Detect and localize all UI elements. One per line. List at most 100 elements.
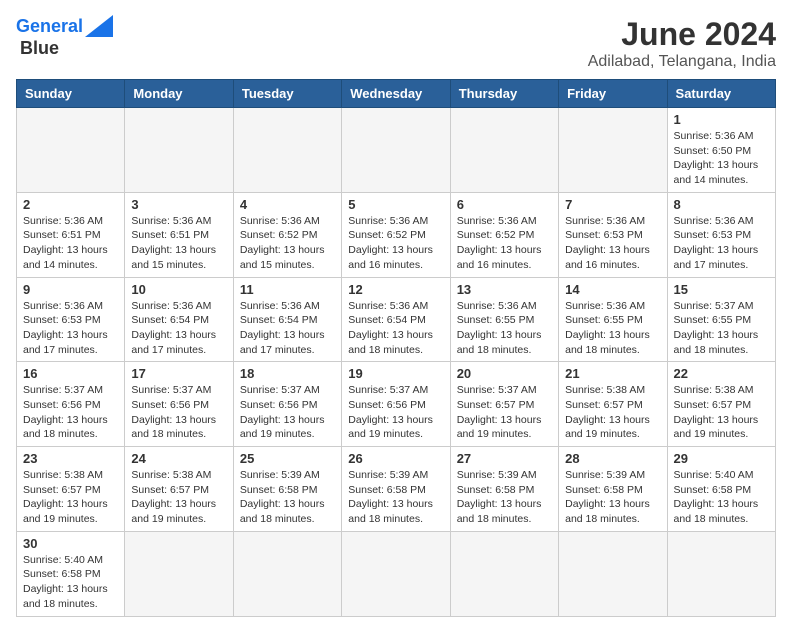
month-year-title: June 2024: [588, 16, 776, 53]
calendar-cell: [450, 531, 558, 616]
calendar-cell: 3Sunrise: 5:36 AMSunset: 6:51 PMDaylight…: [125, 192, 233, 277]
day-number: 21: [565, 366, 660, 381]
day-number: 16: [23, 366, 118, 381]
day-number: 14: [565, 282, 660, 297]
day-header-monday: Monday: [125, 80, 233, 108]
day-number: 22: [674, 366, 769, 381]
day-info: Sunrise: 5:36 AMSunset: 6:52 PMDaylight:…: [348, 214, 443, 273]
day-number: 1: [674, 112, 769, 127]
day-number: 24: [131, 451, 226, 466]
calendar-cell: 11 Sunrise: 5:36 AMSunset: 6:54 PMDayligh…: [233, 277, 341, 362]
calendar-cell: 29Sunrise: 5:40 AMSunset: 6:58 PMDayligh…: [667, 447, 775, 532]
week-row-5: 23 Sunrise: 5:38 AMSunset: 6:57 PMDayligh…: [17, 447, 776, 532]
calendar-cell: 9 Sunrise: 5:36 AMSunset: 6:53 PMDaylight…: [17, 277, 125, 362]
calendar-cell: [450, 108, 558, 193]
calendar-cell: 12Sunrise: 5:36 AMSunset: 6:54 PMDayligh…: [342, 277, 450, 362]
day-number: 30: [23, 536, 118, 551]
calendar-cell: [233, 108, 341, 193]
day-number: 25: [240, 451, 335, 466]
calendar-cell: 13Sunrise: 5:36 AMSunset: 6:55 PMDayligh…: [450, 277, 558, 362]
week-row-4: 16 Sunrise: 5:37 AMSunset: 6:56 PMDayligh…: [17, 362, 776, 447]
calendar-cell: [342, 108, 450, 193]
calendar-cell: 27 Sunrise: 5:39 AMSunset: 6:58 PMDayligh…: [450, 447, 558, 532]
day-info: Sunrise: 5:37 AMSunset: 6:57 PMDaylight:…: [457, 383, 552, 442]
day-number: 23: [23, 451, 118, 466]
calendar-cell: 26 Sunrise: 5:39 AMSunset: 6:58 PMDayligh…: [342, 447, 450, 532]
day-number: 17: [131, 366, 226, 381]
calendar-cell: 10 Sunrise: 5:36 AMSunset: 6:54 PMDayligh…: [125, 277, 233, 362]
day-info: Sunrise: 5:36 AMSunset: 6:55 PMDaylight:…: [565, 299, 660, 358]
day-header-thursday: Thursday: [450, 80, 558, 108]
calendar-cell: [667, 531, 775, 616]
day-info: Sunrise: 5:36 AMSunset: 6:54 PMDaylight:…: [131, 299, 226, 358]
day-info: Sunrise: 5:36 AMSunset: 6:52 PMDaylight:…: [457, 214, 552, 273]
calendar-cell: 24 Sunrise: 5:38 AMSunset: 6:57 PMDayligh…: [125, 447, 233, 532]
logo-icon: [85, 15, 113, 37]
day-info: Sunrise: 5:36 AMSunset: 6:52 PMDaylight:…: [240, 214, 335, 273]
logo-text: General: [16, 16, 83, 38]
calendar-cell: 4 Sunrise: 5:36 AMSunset: 6:52 PMDaylight…: [233, 192, 341, 277]
day-number: 18: [240, 366, 335, 381]
day-info: Sunrise: 5:39 AMSunset: 6:58 PMDaylight:…: [240, 468, 335, 527]
day-number: 4: [240, 197, 335, 212]
day-number: 12: [348, 282, 443, 297]
day-number: 6: [457, 197, 552, 212]
day-info: Sunrise: 5:39 AMSunset: 6:58 PMDaylight:…: [457, 468, 552, 527]
day-info: Sunrise: 5:36 AMSunset: 6:54 PMDaylight:…: [240, 299, 335, 358]
day-info: Sunrise: 5:36 AMSunset: 6:53 PMDaylight:…: [23, 299, 118, 358]
week-row-3: 9 Sunrise: 5:36 AMSunset: 6:53 PMDaylight…: [17, 277, 776, 362]
day-info: Sunrise: 5:36 AMSunset: 6:51 PMDaylight:…: [131, 214, 226, 273]
title-section: June 2024 Adilabad, Telangana, India: [588, 16, 776, 71]
day-info: Sunrise: 5:38 AMSunset: 6:57 PMDaylight:…: [131, 468, 226, 527]
calendar-cell: [559, 531, 667, 616]
calendar-header-row: SundayMondayTuesdayWednesdayThursdayFrid…: [17, 80, 776, 108]
day-info: Sunrise: 5:37 AMSunset: 6:56 PMDaylight:…: [348, 383, 443, 442]
calendar-cell: 14 Sunrise: 5:36 AMSunset: 6:55 PMDayligh…: [559, 277, 667, 362]
calendar-cell: 7Sunrise: 5:36 AMSunset: 6:53 PMDaylight…: [559, 192, 667, 277]
day-number: 26: [348, 451, 443, 466]
day-number: 11: [240, 282, 335, 297]
calendar-cell: [125, 531, 233, 616]
calendar-cell: 17 Sunrise: 5:37 AMSunset: 6:56 PMDayligh…: [125, 362, 233, 447]
day-info: Sunrise: 5:39 AMSunset: 6:58 PMDaylight:…: [565, 468, 660, 527]
day-info: Sunrise: 5:38 AMSunset: 6:57 PMDaylight:…: [674, 383, 769, 442]
day-info: Sunrise: 5:40 AMSunset: 6:58 PMDaylight:…: [23, 553, 118, 612]
calendar-cell: 28Sunrise: 5:39 AMSunset: 6:58 PMDayligh…: [559, 447, 667, 532]
day-info: Sunrise: 5:37 AMSunset: 6:55 PMDaylight:…: [674, 299, 769, 358]
calendar-cell: 18 Sunrise: 5:37 AMSunset: 6:56 PMDayligh…: [233, 362, 341, 447]
calendar-cell: [342, 531, 450, 616]
calendar-cell: 2 Sunrise: 5:36 AMSunset: 6:51 PMDaylight…: [17, 192, 125, 277]
day-header-wednesday: Wednesday: [342, 80, 450, 108]
day-header-sunday: Sunday: [17, 80, 125, 108]
day-number: 15: [674, 282, 769, 297]
day-header-friday: Friday: [559, 80, 667, 108]
page-header: General Blue June 2024 Adilabad, Telanga…: [16, 16, 776, 71]
day-number: 8: [674, 197, 769, 212]
day-info: Sunrise: 5:38 AMSunset: 6:57 PMDaylight:…: [23, 468, 118, 527]
day-number: 9: [23, 282, 118, 297]
week-row-6: 30 Sunrise: 5:40 AMSunset: 6:58 PMDayligh…: [17, 531, 776, 616]
day-info: Sunrise: 5:36 AMSunset: 6:50 PMDaylight:…: [674, 129, 769, 188]
calendar-cell: 22 Sunrise: 5:38 AMSunset: 6:57 PMDayligh…: [667, 362, 775, 447]
day-info: Sunrise: 5:36 AMSunset: 6:51 PMDaylight:…: [23, 214, 118, 273]
day-number: 10: [131, 282, 226, 297]
day-number: 27: [457, 451, 552, 466]
calendar-cell: 25 Sunrise: 5:39 AMSunset: 6:58 PMDayligh…: [233, 447, 341, 532]
calendar-cell: 23 Sunrise: 5:38 AMSunset: 6:57 PMDayligh…: [17, 447, 125, 532]
day-info: Sunrise: 5:37 AMSunset: 6:56 PMDaylight:…: [240, 383, 335, 442]
day-number: 2: [23, 197, 118, 212]
calendar-cell: 6 Sunrise: 5:36 AMSunset: 6:52 PMDaylight…: [450, 192, 558, 277]
calendar-cell: [17, 108, 125, 193]
day-info: Sunrise: 5:37 AMSunset: 6:56 PMDaylight:…: [131, 383, 226, 442]
day-info: Sunrise: 5:36 AMSunset: 6:53 PMDaylight:…: [674, 214, 769, 273]
logo: General Blue: [16, 16, 113, 59]
day-header-tuesday: Tuesday: [233, 80, 341, 108]
day-number: 13: [457, 282, 552, 297]
calendar-cell: 19 Sunrise: 5:37 AMSunset: 6:56 PMDayligh…: [342, 362, 450, 447]
day-info: Sunrise: 5:36 AMSunset: 6:53 PMDaylight:…: [565, 214, 660, 273]
day-number: 29: [674, 451, 769, 466]
day-info: Sunrise: 5:39 AMSunset: 6:58 PMDaylight:…: [348, 468, 443, 527]
day-info: Sunrise: 5:37 AMSunset: 6:56 PMDaylight:…: [23, 383, 118, 442]
day-number: 19: [348, 366, 443, 381]
calendar-cell: 21Sunrise: 5:38 AMSunset: 6:57 PMDayligh…: [559, 362, 667, 447]
